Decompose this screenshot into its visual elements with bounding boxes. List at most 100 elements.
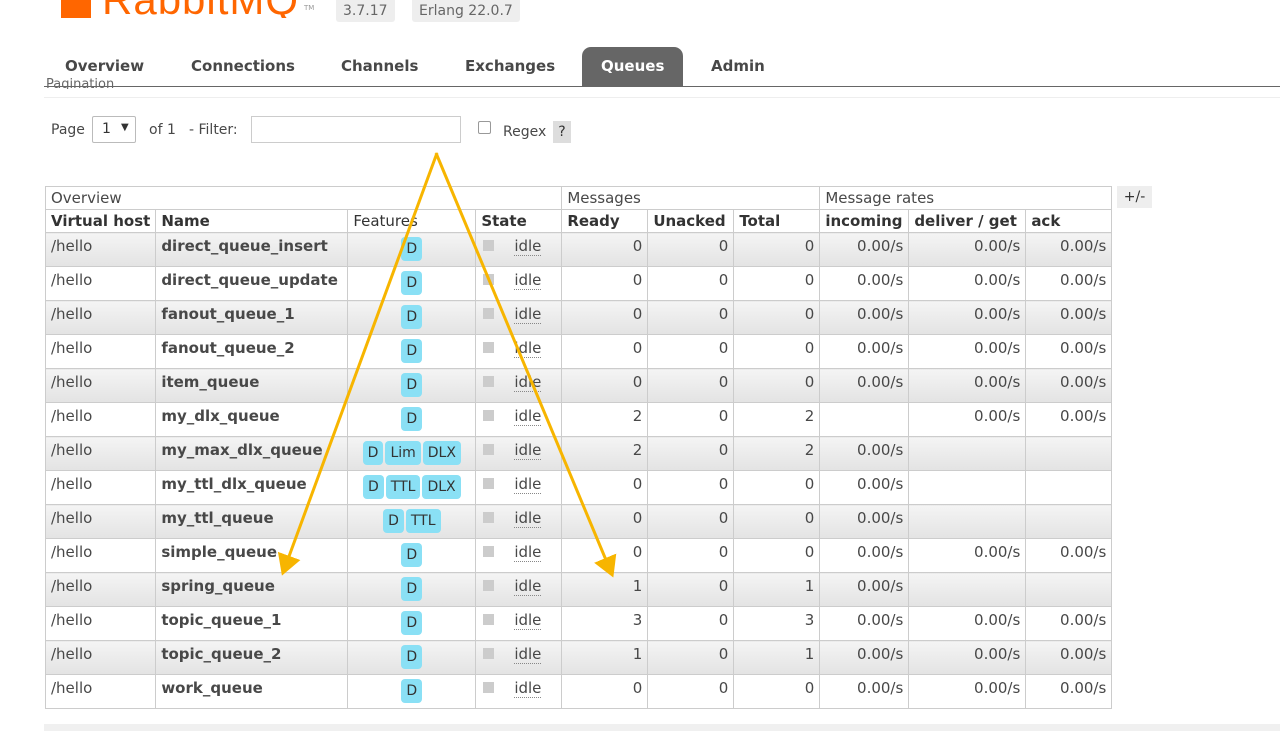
state-text: idle xyxy=(514,441,542,460)
total-cell: 1 xyxy=(733,572,821,607)
state-text: idle xyxy=(514,271,542,290)
state-cell: idle xyxy=(475,232,563,267)
tab-queues[interactable]: Queues xyxy=(582,47,684,86)
ready-cell: 0 xyxy=(561,232,649,267)
ack-rate-cell: 0.00/s xyxy=(1025,368,1113,403)
col-header-unacked[interactable]: Unacked xyxy=(647,209,735,233)
state-cell: idle xyxy=(475,572,563,607)
tab-exchanges[interactable]: Exchanges xyxy=(446,47,574,86)
vhost-cell: /hello xyxy=(44,470,157,505)
queue-name-link[interactable]: topic_queue_2 xyxy=(155,640,349,675)
ready-cell: 3 xyxy=(561,606,649,641)
deliver-get-rate-cell: 0.00/s xyxy=(908,300,1027,335)
queue-name-link[interactable]: spring_queue xyxy=(155,572,349,607)
features-cell: D xyxy=(347,334,477,369)
deliver-get-rate-cell: 0.00/s xyxy=(908,674,1027,709)
table-row: /hello simple_queue Didle 0 0 0 0.00/s 0.00/s 0.… xyxy=(44,538,1113,573)
feature-badge: DLX xyxy=(422,475,461,499)
tab-connections[interactable]: Connections xyxy=(172,47,314,86)
state-indicator-icon xyxy=(483,240,495,251)
col-header-incoming[interactable]: incoming xyxy=(819,209,910,233)
col-header-deliver-get[interactable]: deliver / get xyxy=(908,209,1027,233)
col-header-total[interactable]: Total xyxy=(733,209,821,233)
state-cell: idle xyxy=(475,538,563,573)
incoming-rate-cell xyxy=(819,402,910,437)
table-row: /hello item_queue Didle 0 0 0 0.00/s 0.00/s 0.00… xyxy=(44,368,1113,403)
feature-badge: D xyxy=(401,407,423,431)
state-cell: idle xyxy=(475,300,563,335)
pagination-legend: Pagination xyxy=(46,78,115,89)
state-text: idle xyxy=(514,475,542,494)
unacked-cell: 0 xyxy=(647,640,735,675)
feature-badge: TTL xyxy=(385,475,421,499)
total-cell: 3 xyxy=(733,606,821,641)
table-row: /hello fanout_queue_2 Didle 0 0 0 0.00/s 0.00/s… xyxy=(44,334,1113,369)
rabbit-logo-icon xyxy=(61,0,91,18)
features-cell: D xyxy=(347,674,477,709)
filter-input[interactable] xyxy=(251,116,461,143)
rabbitmq-logo[interactable]: RabbitMQ TM xyxy=(58,0,318,18)
ready-cell: 0 xyxy=(561,674,649,709)
ack-rate-cell: 0.00/s xyxy=(1025,232,1113,267)
total-cell: 0 xyxy=(733,266,821,301)
features-cell: D Lim DLX xyxy=(347,436,477,471)
tab-channels[interactable]: Channels xyxy=(322,47,437,86)
deliver-get-rate-cell xyxy=(908,504,1027,539)
ready-cell: 0 xyxy=(561,470,649,505)
queue-name-link[interactable]: my_max_dlx_queue xyxy=(155,436,349,471)
queue-name-link[interactable]: fanout_queue_2 xyxy=(155,334,349,369)
queue-name-link[interactable]: simple_queue xyxy=(155,538,349,573)
incoming-rate-cell: 0.00/s xyxy=(819,266,910,301)
state-indicator-icon xyxy=(483,512,495,523)
regex-checkbox[interactable] xyxy=(478,121,491,134)
col-header-ack[interactable]: ack xyxy=(1025,209,1113,233)
incoming-rate-cell: 0.00/s xyxy=(819,232,910,267)
queue-name-link[interactable]: fanout_queue_1 xyxy=(155,300,349,335)
col-header-features: Features xyxy=(347,209,477,233)
ack-rate-cell: 0.00/s xyxy=(1025,266,1113,301)
vhost-cell: /hello xyxy=(44,402,157,437)
feature-badge: D xyxy=(401,679,423,703)
state-indicator-icon xyxy=(483,342,495,353)
total-cell: 2 xyxy=(733,402,821,437)
queue-name-link[interactable]: direct_queue_insert xyxy=(155,232,349,267)
vhost-cell: /hello xyxy=(44,300,157,335)
state-text: idle xyxy=(514,373,542,392)
queue-name-link[interactable]: direct_queue_update xyxy=(155,266,349,301)
total-cell: 0 xyxy=(733,334,821,369)
unacked-cell: 0 xyxy=(647,300,735,335)
queue-name-link[interactable]: my_ttl_queue xyxy=(155,504,349,539)
deliver-get-rate-cell: 0.00/s xyxy=(908,334,1027,369)
regex-help-button[interactable]: ? xyxy=(553,121,571,143)
queue-name-link[interactable]: work_queue xyxy=(155,674,349,709)
feature-badge: D xyxy=(401,305,423,329)
ack-rate-cell: 0.00/s xyxy=(1025,606,1113,641)
queue-name-link[interactable]: item_queue xyxy=(155,368,349,403)
table-row: /hello work_queue Didle 0 0 0 0.00/s 0.00/s 0.00… xyxy=(44,674,1113,709)
col-header-state[interactable]: State xyxy=(475,209,563,233)
feature-badge: D xyxy=(401,543,423,567)
state-indicator-icon xyxy=(483,410,495,421)
ready-cell: 1 xyxy=(561,640,649,675)
col-header-name[interactable]: Name xyxy=(155,209,349,233)
chevron-down-icon: ▼ xyxy=(121,122,129,133)
state-text: idle xyxy=(514,611,542,630)
erlang-version-badge: Erlang 22.0.7 xyxy=(412,0,520,22)
vhost-cell: /hello xyxy=(44,334,157,369)
ack-rate-cell xyxy=(1025,572,1113,607)
tab-admin[interactable]: Admin xyxy=(692,47,784,86)
col-header-ready[interactable]: Ready xyxy=(561,209,649,233)
deliver-get-rate-cell: 0.00/s xyxy=(908,538,1027,573)
toggle-columns-button[interactable]: +/- xyxy=(1117,186,1152,208)
features-cell: D xyxy=(347,640,477,675)
vhost-cell: /hello xyxy=(44,640,157,675)
ready-cell: 1 xyxy=(561,572,649,607)
feature-badge: D xyxy=(401,611,423,635)
col-header-virtual-host[interactable]: Virtual host xyxy=(44,209,157,233)
queue-name-link[interactable]: topic_queue_1 xyxy=(155,606,349,641)
queue-name-link[interactable]: my_dlx_queue xyxy=(155,402,349,437)
queue-name-link[interactable]: my_ttl_dlx_queue xyxy=(155,470,349,505)
table-row: /hello my_ttl_queue D TTL idle 0 0 0 0.00/s xyxy=(44,504,1113,539)
incoming-rate-cell: 0.00/s xyxy=(819,606,910,641)
page-select[interactable]: 1 ▼ xyxy=(92,116,136,143)
